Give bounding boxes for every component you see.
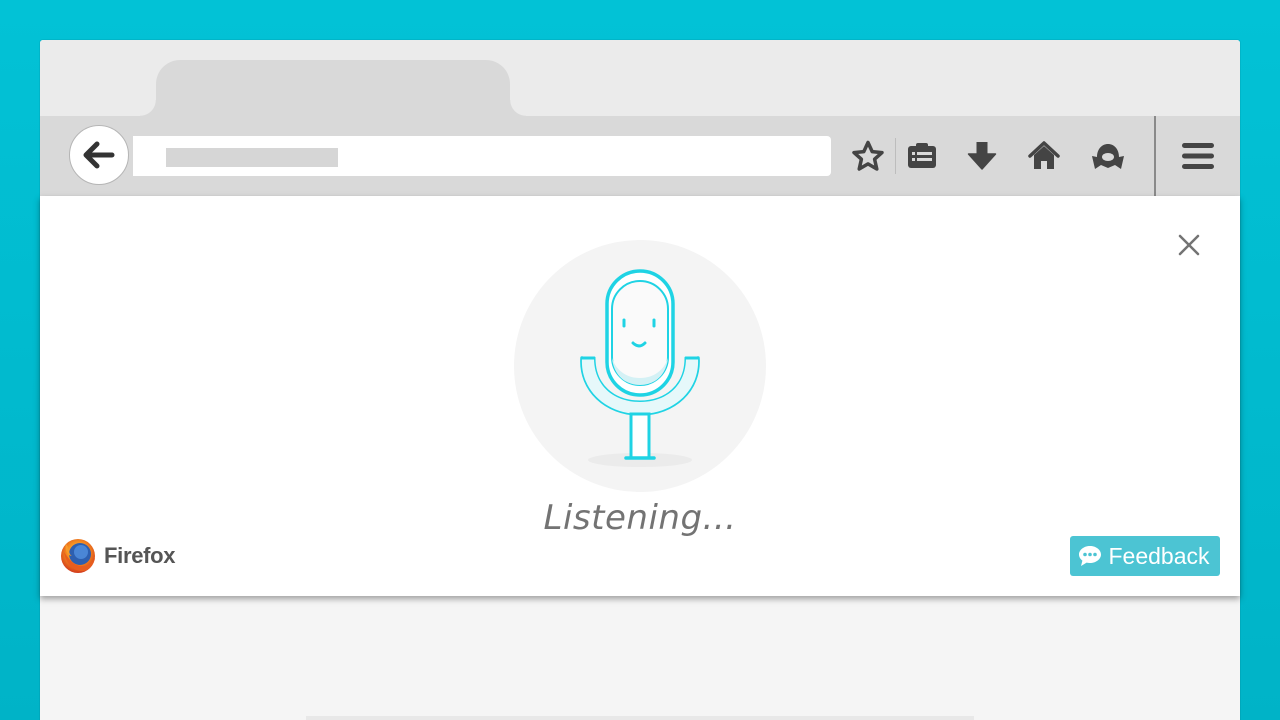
reading-list-button[interactable]	[904, 138, 940, 174]
firefox-brand: Firefox	[60, 536, 176, 576]
star-icon	[852, 140, 884, 171]
url-placeholder	[166, 148, 338, 167]
hamburger-menu-icon	[1182, 143, 1214, 169]
pocket-button[interactable]	[1090, 138, 1126, 174]
close-icon	[1178, 234, 1200, 256]
home-icon	[1028, 141, 1060, 169]
home-button[interactable]	[1026, 138, 1062, 174]
back-button[interactable]	[69, 125, 129, 185]
reading-list-icon	[908, 143, 936, 168]
tab-strip	[40, 40, 1240, 116]
download-icon	[967, 142, 997, 170]
download-button[interactable]	[964, 138, 1000, 174]
browser-tab[interactable]	[140, 60, 526, 116]
toolbar-separator	[895, 138, 896, 174]
close-button[interactable]	[1174, 230, 1204, 260]
microphone-mascot-icon	[580, 269, 700, 467]
voice-search-panel: Listening... Firefox Feedback	[40, 196, 1240, 596]
bookmark-star-button[interactable]	[850, 138, 886, 174]
feedback-label: Feedback	[1108, 542, 1210, 569]
navigation-toolbar	[40, 116, 1240, 196]
brand-name: Firefox	[104, 543, 176, 568]
url-bar[interactable]	[133, 136, 831, 176]
menu-button[interactable]	[1180, 138, 1216, 174]
pocket-icon	[1092, 144, 1124, 169]
chat-bubble-icon	[1078, 545, 1102, 567]
arrow-left-icon	[83, 141, 115, 169]
content-divider	[306, 716, 974, 720]
firefox-logo-icon	[61, 539, 95, 573]
feedback-button[interactable]: Feedback	[1070, 536, 1220, 576]
microphone-circle[interactable]	[514, 240, 766, 492]
toolbar-divider	[1154, 116, 1156, 196]
listening-status: Listening...	[543, 498, 737, 538]
